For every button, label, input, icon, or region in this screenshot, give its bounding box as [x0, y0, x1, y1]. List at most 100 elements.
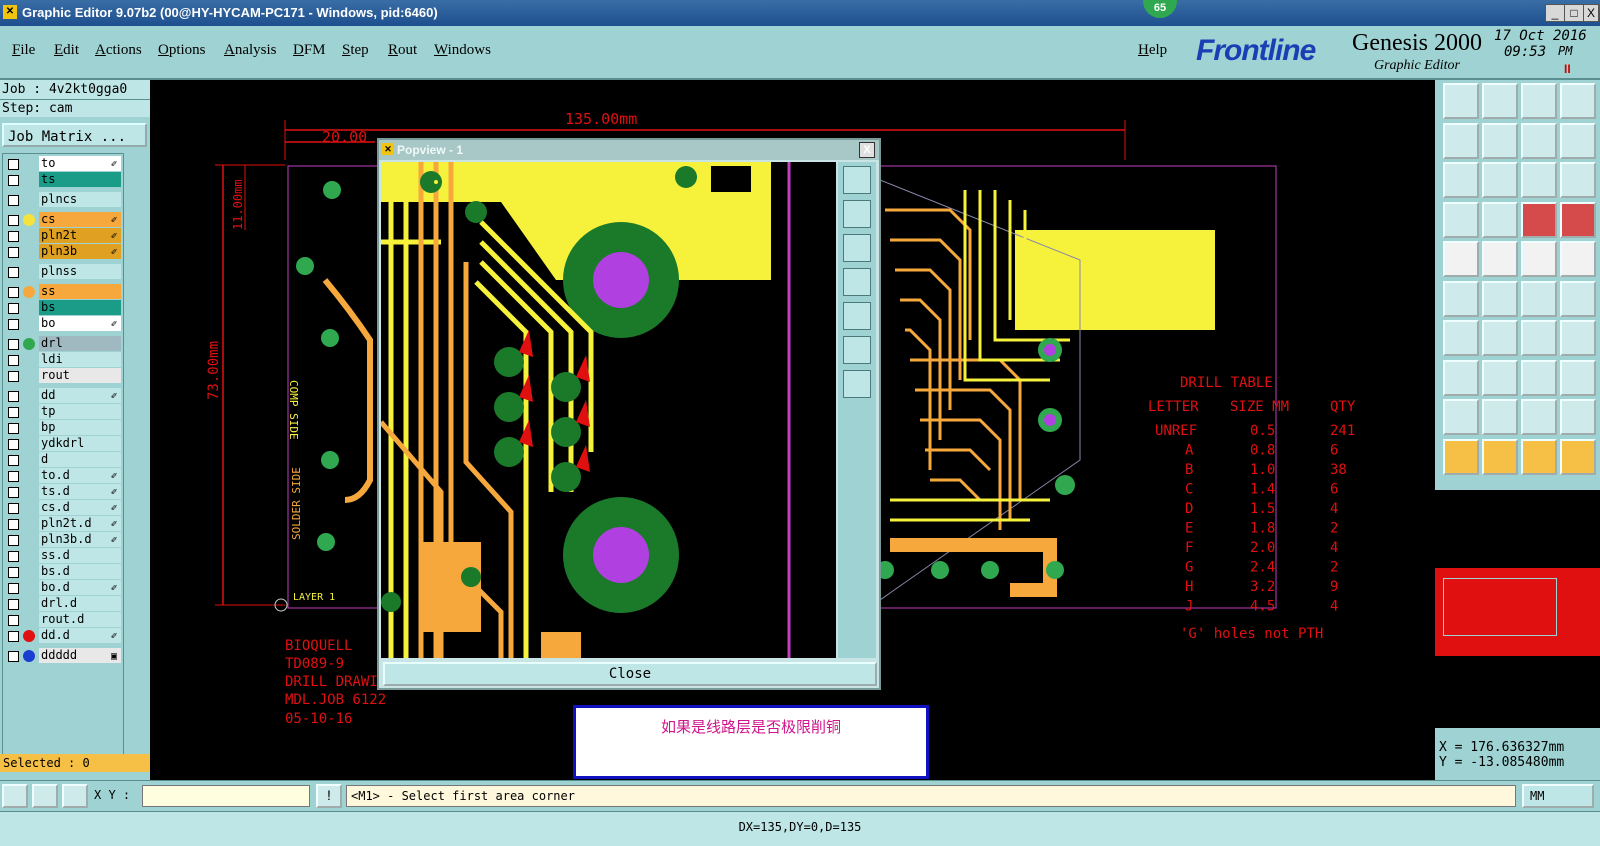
- menu-file[interactable]: File: [12, 42, 35, 59]
- copy-icon[interactable]: [1443, 359, 1479, 396]
- layer-display-2-icon[interactable]: [1560, 201, 1596, 238]
- layer-checkbox[interactable]: [8, 651, 19, 662]
- layer-name[interactable]: ss: [39, 284, 121, 299]
- layer-row[interactable]: pln3b ✐: [3, 244, 123, 260]
- layer-checkbox[interactable]: [8, 535, 19, 546]
- layer-name[interactable]: rout: [39, 368, 121, 383]
- popview-pan-up-icon[interactable]: [843, 200, 871, 228]
- layer-checkbox[interactable]: [8, 551, 19, 562]
- pan-right-icon[interactable]: [1482, 122, 1518, 159]
- layer-checkbox[interactable]: [8, 583, 19, 594]
- xy-input[interactable]: [142, 785, 310, 807]
- layer-row[interactable]: ts.d ✐: [3, 484, 123, 500]
- layer-checkbox[interactable]: [8, 303, 19, 314]
- layer-name[interactable]: cs ✐: [39, 212, 121, 227]
- layer-row[interactable]: bp: [3, 420, 123, 436]
- layer-row[interactable]: ldi: [3, 352, 123, 368]
- minimap-viewport[interactable]: [1443, 578, 1557, 636]
- layer-checkbox[interactable]: [8, 567, 19, 578]
- layer-name[interactable]: dd ✐: [39, 388, 121, 403]
- select-icon[interactable]: [1443, 438, 1479, 475]
- zoom-home-icon[interactable]: [1443, 83, 1479, 119]
- layer-checkbox[interactable]: [8, 439, 19, 450]
- layer-checkbox[interactable]: [8, 195, 19, 206]
- layer-row[interactable]: ydkdrl: [3, 436, 123, 452]
- units-select[interactable]: MM: [1522, 784, 1594, 808]
- layer-row[interactable]: pln2t ✐: [3, 228, 123, 244]
- layer-row[interactable]: dd.d ✐: [3, 628, 123, 644]
- layer-checkbox[interactable]: [8, 519, 19, 530]
- layer-row[interactable]: drl.d: [3, 596, 123, 612]
- layer-checkbox[interactable]: [8, 503, 19, 514]
- layer-row[interactable]: bs: [3, 300, 123, 316]
- layer-row[interactable]: dd ✐: [3, 388, 123, 404]
- layer-name[interactable]: ddddd ▣: [39, 648, 121, 663]
- draw-icon[interactable]: [1482, 241, 1518, 277]
- maximize-button[interactable]: □: [1564, 4, 1584, 22]
- layer-checkbox[interactable]: [8, 599, 19, 610]
- popview-pan-right-icon[interactable]: [843, 302, 871, 330]
- contour-icon[interactable]: [1560, 399, 1596, 435]
- layer-row[interactable]: rout: [3, 368, 123, 384]
- menu-help[interactable]: Help: [1138, 42, 1167, 59]
- delete-node-icon[interactable]: [1482, 280, 1518, 317]
- popview-fit-icon[interactable]: [843, 166, 871, 194]
- layer-row[interactable]: bo ✐: [3, 316, 123, 332]
- layer-checkbox[interactable]: [8, 423, 19, 434]
- layer-name[interactable]: tp: [39, 404, 121, 419]
- region-icon[interactable]: [1560, 359, 1596, 396]
- layer-checkbox[interactable]: [8, 455, 19, 466]
- select-line-icon[interactable]: [1482, 320, 1518, 356]
- layer-name[interactable]: rout.d: [39, 612, 121, 627]
- layer-name[interactable]: pln3b.d ✐: [39, 532, 121, 547]
- center-icon[interactable]: [1482, 162, 1518, 198]
- layer-row[interactable]: ss: [3, 284, 123, 300]
- layer-name[interactable]: plnss: [39, 264, 121, 279]
- select-lasso-icon[interactable]: [1521, 438, 1557, 475]
- layer-name[interactable]: ldi: [39, 352, 121, 367]
- ruler-icon[interactable]: [1521, 241, 1557, 277]
- layer-checkbox[interactable]: [8, 471, 19, 482]
- layer-row[interactable]: plnss: [3, 264, 123, 280]
- layer-row[interactable]: plncs: [3, 192, 123, 208]
- layer-name[interactable]: plncs: [39, 192, 121, 207]
- layer-row[interactable]: ss.d: [3, 548, 123, 564]
- layer-checkbox[interactable]: [8, 391, 19, 402]
- layer-checkbox[interactable]: [8, 175, 19, 186]
- layer-row[interactable]: tp: [3, 404, 123, 420]
- layer-row[interactable]: to.d ✐: [3, 468, 123, 484]
- layer-name[interactable]: pln2t ✐: [39, 228, 121, 243]
- layer-row[interactable]: cs ✐: [3, 212, 123, 228]
- layer-row[interactable]: bs.d: [3, 564, 123, 580]
- layer-name[interactable]: ts: [39, 172, 121, 187]
- close-window-button[interactable]: X: [1583, 4, 1599, 22]
- layer-name[interactable]: ss.d: [39, 548, 121, 563]
- measure-icon[interactable]: [1443, 241, 1479, 277]
- layer-checkbox[interactable]: [8, 487, 19, 498]
- layer-checkbox[interactable]: [8, 319, 19, 330]
- grid-icon[interactable]: [62, 784, 88, 808]
- layer-display-icon[interactable]: [1521, 201, 1557, 238]
- layer-checkbox[interactable]: [8, 247, 19, 258]
- zoom-reset-icon[interactable]: [1560, 122, 1596, 159]
- redraw-icon[interactable]: [1521, 122, 1557, 159]
- layer-name[interactable]: ts.d ✐: [39, 484, 121, 499]
- layer-row[interactable]: pln3b.d ✐: [3, 532, 123, 548]
- layer-checkbox[interactable]: [8, 215, 19, 226]
- pan-left-icon[interactable]: [1443, 122, 1479, 159]
- layer-row[interactable]: pln2t.d ✐: [3, 516, 123, 532]
- menu-step[interactable]: Step: [342, 42, 369, 59]
- popview-zoom-out-icon[interactable]: [843, 370, 871, 398]
- layer-checkbox[interactable]: [8, 631, 19, 642]
- layer-name[interactable]: drl: [39, 336, 121, 351]
- layer-name[interactable]: pln2t.d ✐: [39, 516, 121, 531]
- connect-icon[interactable]: [1560, 280, 1596, 317]
- layer-checkbox[interactable]: [8, 339, 19, 350]
- layer-checkbox[interactable]: [8, 355, 19, 366]
- layer-name[interactable]: bp: [39, 420, 121, 435]
- layer-name[interactable]: pln3b ✐: [39, 244, 121, 259]
- arc-icon[interactable]: [1521, 320, 1557, 356]
- minimap[interactable]: [1435, 490, 1600, 728]
- layer-row[interactable]: to ✐: [3, 156, 123, 172]
- layer-name[interactable]: bs.d: [39, 564, 121, 579]
